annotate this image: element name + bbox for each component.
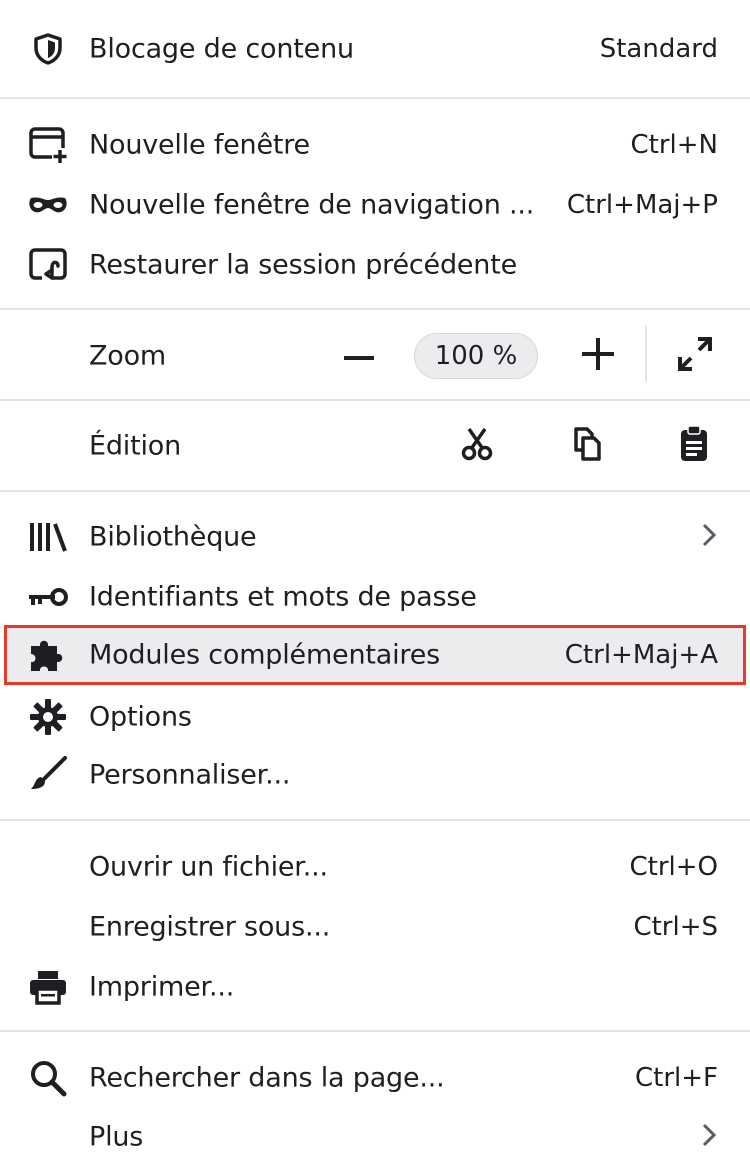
- menu-item-label: Rechercher dans la page...: [89, 1062, 445, 1094]
- content-blocking-status: Standard: [599, 34, 718, 64]
- menu-item-restore-session[interactable]: Restaurer la session précédente: [0, 236, 750, 294]
- menu-item-options[interactable]: Options: [0, 688, 750, 746]
- plus-icon: [582, 338, 614, 374]
- fullscreen-button[interactable]: [670, 331, 720, 381]
- puzzle-icon: [26, 633, 70, 677]
- restore-session-icon: [26, 243, 70, 287]
- new-window-icon: [26, 123, 70, 167]
- app-menu: Blocage de contenu Standard Nouvelle fen…: [0, 0, 750, 1174]
- cut-button[interactable]: [453, 422, 501, 470]
- menu-item-customize[interactable]: Personnaliser...: [0, 746, 750, 804]
- separator: [0, 308, 750, 310]
- edit-label: Édition: [89, 430, 182, 462]
- menu-item-library[interactable]: Bibliothèque: [0, 508, 750, 566]
- scissors-icon: [461, 427, 493, 465]
- menu-item-addons[interactable]: Modules complémentaires Ctrl+Maj+A: [0, 626, 750, 684]
- menu-item-print[interactable]: Imprimer...: [0, 958, 750, 1016]
- menu-item-logins-passwords[interactable]: Identifiants et mots de passe: [0, 568, 750, 626]
- separator: [0, 819, 750, 821]
- private-mask-icon: [26, 183, 70, 227]
- shield-icon: [26, 27, 70, 71]
- edit-row: Édition: [0, 417, 750, 475]
- menu-item-label: Blocage de contenu: [89, 33, 354, 65]
- menu-item-label: Modules complémentaires: [89, 639, 440, 671]
- search-icon: [26, 1056, 70, 1100]
- separator: [0, 1030, 750, 1032]
- menu-item-label: Imprimer...: [89, 971, 235, 1003]
- menu-item-label: Restaurer la session précédente: [89, 249, 518, 281]
- separator: [0, 97, 750, 99]
- menu-item-label: Nouvelle fenêtre de navigation ...: [89, 189, 535, 221]
- menu-item-label: Ouvrir un fichier...: [89, 851, 328, 883]
- menu-item-label: Options: [89, 701, 192, 733]
- menu-item-shortcut: Ctrl+S: [633, 912, 718, 942]
- menu-item-label: Personnaliser...: [89, 759, 291, 791]
- menu-item-label: Identifiants et mots de passe: [89, 581, 477, 613]
- zoom-out-button[interactable]: [336, 333, 382, 379]
- copy-button[interactable]: [563, 422, 611, 470]
- menu-item-private-window[interactable]: Nouvelle fenêtre de navigation ... Ctrl+…: [0, 176, 750, 234]
- copy-icon: [571, 426, 603, 466]
- printer-icon: [26, 965, 70, 1009]
- menu-item-shortcut: Ctrl+F: [634, 1063, 718, 1093]
- menu-item-shortcut: Ctrl+Maj+P: [566, 190, 718, 220]
- menu-item-shortcut: Ctrl+Maj+A: [564, 640, 718, 670]
- separator: [0, 490, 750, 492]
- zoom-divider: [645, 326, 647, 382]
- menu-item-save-as[interactable]: Enregistrer sous... Ctrl+S: [0, 898, 750, 956]
- gear-icon: [26, 695, 70, 739]
- menu-item-new-window[interactable]: Nouvelle fenêtre Ctrl+N: [0, 116, 750, 174]
- clipboard-icon: [679, 425, 709, 467]
- chevron-right-icon: [702, 1123, 717, 1151]
- menu-item-find-in-page[interactable]: Rechercher dans la page... Ctrl+F: [0, 1049, 750, 1107]
- menu-item-shortcut: Ctrl+N: [630, 130, 719, 160]
- key-icon: [26, 575, 70, 619]
- menu-item-content-blocking[interactable]: Blocage de contenu Standard: [0, 20, 750, 78]
- zoom-in-button[interactable]: [575, 333, 621, 379]
- chevron-right-icon: [702, 523, 717, 551]
- menu-item-label: Nouvelle fenêtre: [89, 129, 310, 161]
- paintbrush-icon: [26, 753, 70, 797]
- separator: [0, 399, 750, 401]
- menu-item-label: Enregistrer sous...: [89, 911, 331, 943]
- menu-item-more[interactable]: Plus: [0, 1108, 750, 1166]
- menu-item-label: Bibliothèque: [89, 521, 257, 553]
- library-icon: [26, 515, 70, 559]
- menu-item-shortcut: Ctrl+O: [629, 852, 718, 882]
- paste-button[interactable]: [670, 422, 718, 470]
- minus-icon: [344, 347, 374, 366]
- menu-item-open-file[interactable]: Ouvrir un fichier... Ctrl+O: [0, 838, 750, 896]
- zoom-reset-button[interactable]: 100 %: [414, 333, 538, 379]
- zoom-label: Zoom: [89, 340, 167, 372]
- fullscreen-icon: [677, 336, 713, 376]
- menu-item-label: Plus: [89, 1121, 144, 1153]
